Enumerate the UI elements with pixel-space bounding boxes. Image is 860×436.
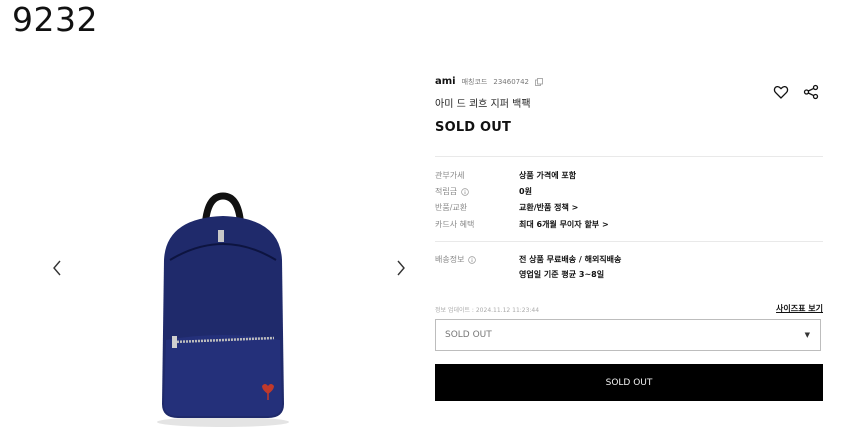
- info-icon[interactable]: [468, 255, 477, 264]
- product-image: [157, 192, 289, 427]
- info-icon[interactable]: [461, 187, 469, 196]
- detail-row-duties: 관부가세 상품 가격에 포함: [435, 170, 576, 181]
- share-icon[interactable]: [803, 84, 819, 100]
- gallery-next-button[interactable]: [390, 254, 412, 282]
- matching-code-label: 매칭코드: [461, 77, 488, 86]
- product-actions: [773, 84, 819, 100]
- product-info-panel: ami 매칭코드 23460742 아미 드 쾨흐 지퍼 백팩 SOLD OUT…: [435, 0, 825, 436]
- shipping-label: 배송정보: [435, 255, 465, 264]
- chevron-right-icon: [397, 260, 405, 276]
- price-status: SOLD OUT: [435, 120, 512, 135]
- copy-icon[interactable]: [535, 77, 543, 86]
- detail-label: 적립금: [435, 187, 458, 196]
- gallery-prev-button[interactable]: [46, 254, 68, 282]
- size-guide-link[interactable]: 사이즈표 보기: [776, 303, 823, 314]
- card-benefit-link[interactable]: 최대 6개월 무이자 할부 >: [519, 219, 609, 230]
- brand-name[interactable]: ami: [435, 76, 456, 87]
- detail-row-returns[interactable]: 반품/교환 교환/반품 정책 >: [435, 202, 578, 213]
- shipping-row: 배송정보 전 상품 무료배송 / 해외직배송: [435, 254, 621, 265]
- update-timestamp: 정보 업데이트 : 2024.11.12 11:23:44: [435, 307, 540, 314]
- option-select[interactable]: SOLD OUT ▼: [435, 319, 821, 351]
- option-select-value: SOLD OUT: [445, 330, 492, 340]
- page-id-label: 9232: [12, 0, 98, 39]
- shipping-line-1: 전 상품 무료배송 / 해외직배송: [519, 255, 622, 264]
- shipping-line-2: 영업일 기준 평균 3~8일: [519, 270, 605, 279]
- buy-button[interactable]: SOLD OUT: [435, 364, 823, 401]
- detail-row-card-benefit[interactable]: 카드사 혜택 최대 6개월 무이자 할부 >: [435, 219, 609, 230]
- divider: [435, 156, 823, 157]
- detail-label: 관부가세: [435, 171, 465, 180]
- detail-label-wrap: 적립금: [435, 186, 519, 197]
- detail-row-points: 적립금 0원: [435, 186, 532, 197]
- divider: [435, 241, 823, 242]
- caret-down-icon: ▼: [804, 331, 810, 339]
- return-policy-link[interactable]: 교환/반품 정책 >: [519, 202, 578, 213]
- matching-code-value: 23460742: [493, 77, 530, 86]
- brand-row: ami 매칭코드 23460742: [435, 76, 543, 87]
- detail-label: 반품/교환: [435, 203, 468, 212]
- detail-label: 카드사 혜택: [435, 220, 475, 229]
- detail-value: 상품 가격에 포함: [519, 171, 577, 180]
- heart-icon[interactable]: [773, 84, 789, 100]
- shipping-label-wrap: 배송정보: [435, 254, 519, 265]
- shipping-row-2: 영업일 기준 평균 3~8일: [519, 269, 604, 280]
- detail-value: 0원: [519, 187, 532, 196]
- product-name: 아미 드 쾨흐 지퍼 백팩: [435, 99, 531, 110]
- chevron-left-icon: [53, 260, 61, 276]
- product-gallery: [40, 150, 420, 435]
